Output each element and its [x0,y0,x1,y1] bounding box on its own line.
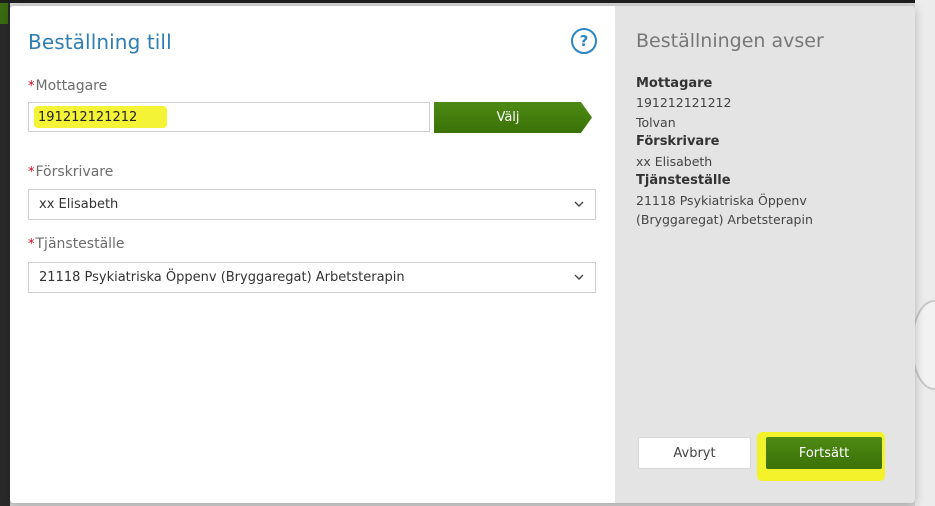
required-marker: * [28,237,35,252]
summary-title: Beställningen avser [636,30,824,52]
mottagare-input[interactable] [28,102,430,132]
forskrivare-select[interactable]: xx Elisabeth [28,189,596,220]
order-dialog: Beställning till ? *Mottagare Välj *Förs… [10,6,915,503]
summary-mottagare-heading: Mottagare [636,76,713,91]
tjanstestalle-select[interactable]: 21118 Psykiatriska Öppenv (Bryggaregat) … [28,262,596,293]
required-marker: * [28,79,35,94]
summary-mottagare-name: Tolvan [636,115,676,130]
forskrivare-label: *Förskrivare [28,164,113,180]
cancel-button[interactable]: Avbryt [638,437,751,469]
background-top-border [0,0,935,3]
chevron-down-icon [573,198,585,210]
order-summary-pane: Beställningen avser Mottagare 1912121212… [615,6,915,503]
tjanstestalle-selected-value: 21118 Psykiatriska Öppenv (Bryggaregat) … [39,270,405,285]
chevron-down-icon [573,271,585,283]
summary-forskrivare-value: xx Elisabeth [636,154,713,169]
help-icon[interactable]: ? [571,28,597,54]
dialog-title: Beställning till [28,30,172,54]
tjanstestalle-label-text: Tjänsteställe [35,236,125,252]
mottagare-label-text: Mottagare [35,78,108,94]
mottagare-label: *Mottagare [28,78,107,94]
background-right-edge [911,0,935,506]
background-accent [0,0,8,24]
summary-tjanstestalle-line2: (Bryggaregat) Arbetsterapin [636,212,813,227]
summary-tjanstestalle-line1: 21118 Psykiatriska Öppenv [636,193,807,208]
summary-mottagare-id: 191212121212 [636,95,732,110]
summary-tjanstestalle-heading: Tjänsteställe [636,173,731,188]
order-form-pane: Beställning till ? *Mottagare Välj *Förs… [10,6,615,503]
valj-button[interactable]: Välj [434,102,592,133]
forskrivare-label-text: Förskrivare [35,164,114,180]
required-marker: * [28,165,35,180]
continue-button[interactable]: Fortsätt [766,437,882,469]
summary-forskrivare-heading: Förskrivare [636,134,720,149]
tjanstestalle-label: *Tjänsteställe [28,236,125,252]
background-sidebar-edge [0,0,10,506]
forskrivare-selected-value: xx Elisabeth [39,197,119,212]
